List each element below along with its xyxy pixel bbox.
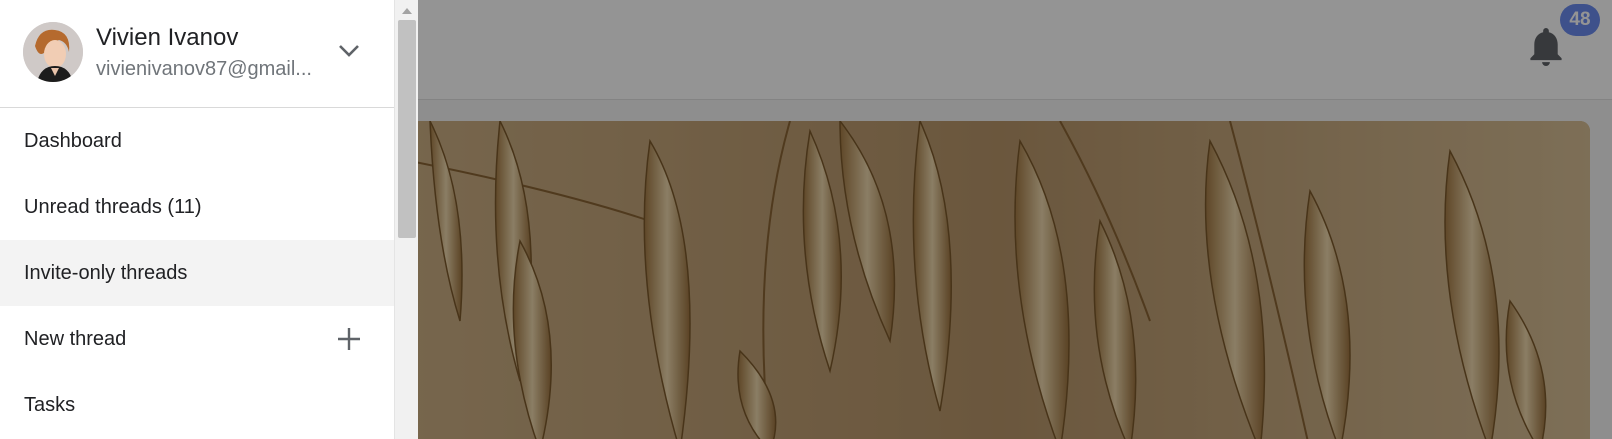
nav-item-new-thread[interactable]: New thread bbox=[0, 306, 394, 372]
account-email: vivienivanov87@gmail... bbox=[96, 58, 312, 80]
account-menu-toggle[interactable] bbox=[334, 36, 364, 66]
arrow-up-icon bbox=[402, 7, 412, 14]
account-name: Vivien Ivanov bbox=[96, 24, 239, 51]
nav-item-unread-threads[interactable]: Unread threads (11) bbox=[0, 174, 394, 240]
drawer-nav: Dashboard Unread threads (11) Invite-onl… bbox=[0, 108, 394, 438]
nav-item-label: Dashboard bbox=[24, 129, 122, 152]
nav-item-label: Invite-only threads bbox=[24, 261, 188, 284]
new-thread-add-button[interactable] bbox=[334, 324, 364, 354]
plus-icon bbox=[338, 328, 360, 350]
account-switcher[interactable]: Vivien Ivanov vivienivanov87@gmail... bbox=[0, 0, 394, 108]
navigation-drawer: Vivien Ivanov vivienivanov87@gmail... Da… bbox=[0, 0, 394, 439]
nav-item-dashboard[interactable]: Dashboard bbox=[0, 108, 394, 174]
scrollbar-thumb[interactable] bbox=[398, 20, 416, 238]
nav-item-label: New thread bbox=[24, 327, 127, 350]
nav-item-label: Tasks bbox=[24, 393, 76, 416]
chevron-down-icon bbox=[339, 45, 359, 57]
nav-item-tasks[interactable]: Tasks bbox=[0, 372, 394, 438]
drawer-scrollbar[interactable] bbox=[394, 0, 418, 439]
nav-item-invite-only-threads[interactable]: Invite-only threads bbox=[0, 240, 394, 306]
avatar bbox=[23, 22, 83, 82]
nav-item-label: Unread threads (11) bbox=[24, 195, 202, 218]
scroll-up-button[interactable] bbox=[395, 0, 419, 20]
